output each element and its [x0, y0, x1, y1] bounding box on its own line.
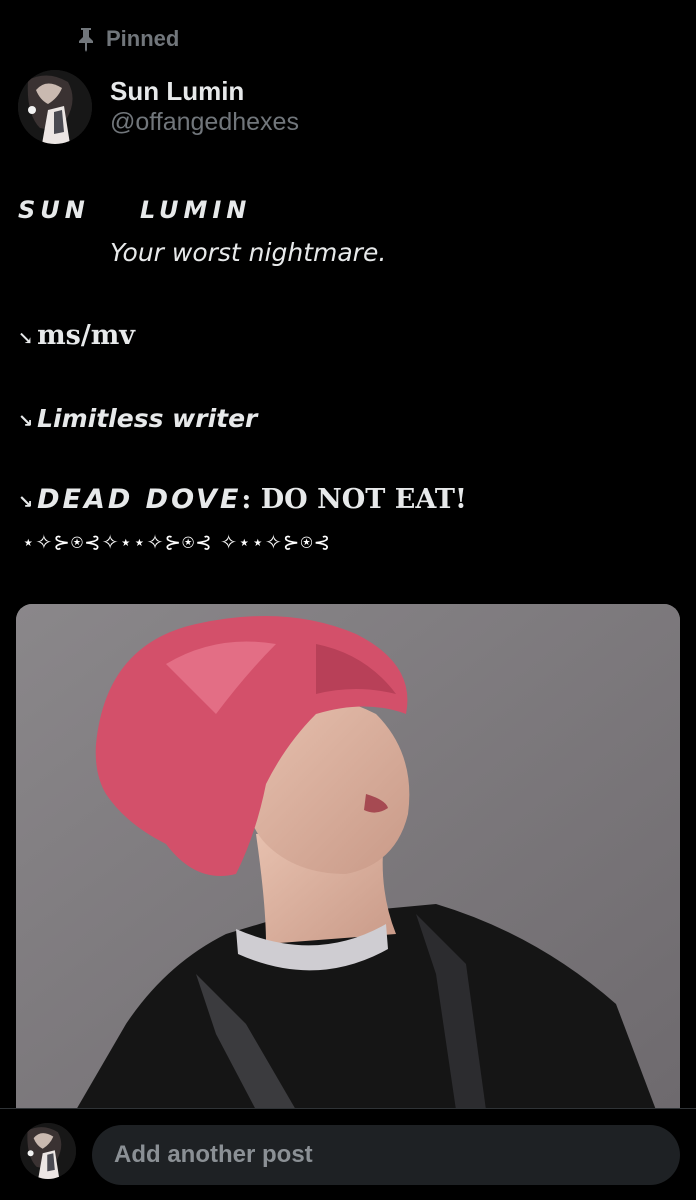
- bio-line-warning: ↘ DEAD DOVE: DO NOT EAT!: [18, 484, 467, 515]
- add-post-input[interactable]: [92, 1125, 680, 1185]
- pinned-label: Pinned: [106, 26, 180, 51]
- thread-view: Pinned Sun Lumin @offangedhexes SUN LUMI…: [0, 0, 696, 1200]
- author-name[interactable]: Sun Lumin: [110, 76, 244, 107]
- bio-line-writer: ↘ Limitless writer: [18, 404, 257, 433]
- bio-line-pronouns-text: ms/mv: [37, 320, 135, 351]
- arrow-icon: ↘: [18, 411, 34, 432]
- post-title-first: SUN: [18, 196, 90, 224]
- arrow-icon: ↘: [18, 492, 34, 512]
- photo-image: [16, 604, 680, 1110]
- pin-icon: [79, 28, 93, 52]
- composer-avatar[interactable]: [20, 1123, 76, 1179]
- reply-composer: [0, 1108, 696, 1200]
- bio-line-pronouns: ↘ ms/mv: [18, 320, 135, 351]
- author-handle[interactable]: @offangedhexes: [110, 108, 299, 137]
- pinned-indicator: Pinned: [76, 24, 179, 54]
- avatar-image: [20, 1123, 76, 1179]
- arrow-icon: ↘: [18, 328, 34, 349]
- post-title-second: LUMIN: [140, 196, 252, 224]
- bio-line-warning-rest: : DO NOT EAT!: [241, 484, 467, 515]
- avatar-image: [18, 70, 92, 144]
- post-photo[interactable]: [16, 604, 680, 1110]
- decorative-divider: ⋆✧⊱⍟⊰✧⋆⋆✧⊱⍟⊰ ✧⋆⋆✧⊱⍟⊰: [22, 530, 332, 554]
- bio-line-writer-text: Limitless writer: [37, 404, 258, 433]
- author-avatar[interactable]: [18, 70, 92, 144]
- bio-line-warning-italic: DEAD DOVE: [37, 484, 242, 515]
- post-subtitle: Your worst nightmare.: [110, 238, 387, 267]
